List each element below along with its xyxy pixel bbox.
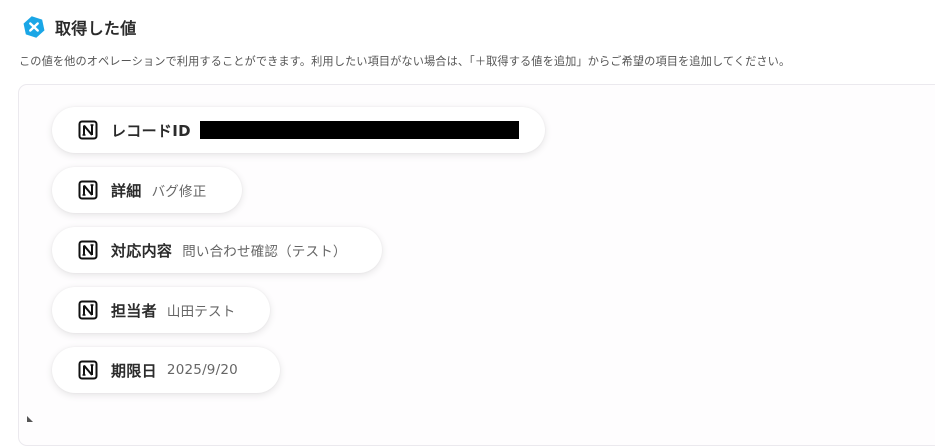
chip-value: 2025/9/20 <box>166 362 238 378</box>
chip-value: 山田テスト <box>166 304 236 320</box>
section-title: 取得した値 <box>55 19 137 38</box>
chip-label: 担当者 <box>111 301 157 320</box>
chip-label: 詳細 <box>111 181 142 200</box>
chip-value: 問い合わせ確認（テスト） <box>182 244 347 260</box>
chip-label: 対応内容 <box>111 241 173 260</box>
value-chip-response[interactable]: 対応内容 問い合わせ確認（テスト） <box>52 227 382 273</box>
section-header: 取得した値 <box>22 15 137 39</box>
value-chip-due-date[interactable]: 期限日 2025/9/20 <box>52 347 280 393</box>
notion-icon <box>78 240 98 260</box>
chip-label: 期限日 <box>111 361 157 380</box>
notion-icon <box>78 360 98 380</box>
value-chip-assignee[interactable]: 担当者 山田テスト <box>52 287 270 333</box>
yoom-logo-icon <box>22 15 46 39</box>
notion-icon <box>78 120 98 140</box>
value-chip-detail[interactable]: 詳細 バグ修正 <box>52 167 242 213</box>
value-chip-record-id[interactable]: レコードID <box>52 107 545 153</box>
chip-value: バグ修正 <box>151 184 207 200</box>
notion-icon <box>78 180 98 200</box>
chip-label: レコードID <box>111 121 191 140</box>
notion-icon <box>78 300 98 320</box>
resize-handle[interactable] <box>27 416 33 422</box>
redacted-value <box>199 121 519 139</box>
section-description: この値を他のオペレーションで利用することができます。利用したい項目がない場合は、… <box>19 55 791 68</box>
